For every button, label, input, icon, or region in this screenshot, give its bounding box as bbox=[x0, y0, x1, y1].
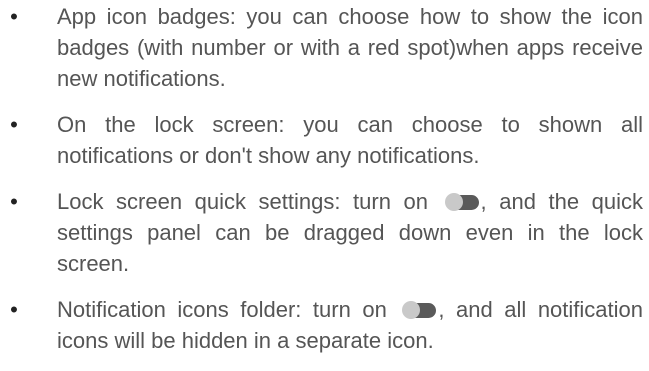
bullet-icon: • bbox=[10, 4, 18, 29]
bullet-icon: • bbox=[10, 112, 18, 137]
list-item-lock-screen: • On the lock screen: you can choose to … bbox=[0, 109, 649, 171]
list-item-lock-screen-quick-settings: • Lock screen quick settings: turn on , … bbox=[0, 186, 649, 279]
bullet-icon: • bbox=[10, 189, 18, 214]
toggle-switch-icon bbox=[402, 301, 437, 319]
bullet-icon: • bbox=[10, 297, 18, 322]
list-item-text: On the lock screen: you can choose to sh… bbox=[57, 112, 643, 168]
list-item-notification-icons-folder: • Notification icons folder: turn on , a… bbox=[0, 294, 649, 356]
notification-settings-list: • App icon badges: you can choose how to… bbox=[0, 0, 649, 371]
list-item-text-before: Notification icons folder: turn on bbox=[57, 297, 387, 322]
list-item-text: App icon badges: you can choose how to s… bbox=[57, 4, 643, 91]
toggle-switch-icon bbox=[444, 193, 479, 211]
toggle-knob bbox=[444, 193, 463, 211]
list-item-text-before: Lock screen quick settings: turn on bbox=[57, 189, 428, 214]
list-item-app-icon-badges: • App icon badges: you can choose how to… bbox=[0, 1, 649, 94]
